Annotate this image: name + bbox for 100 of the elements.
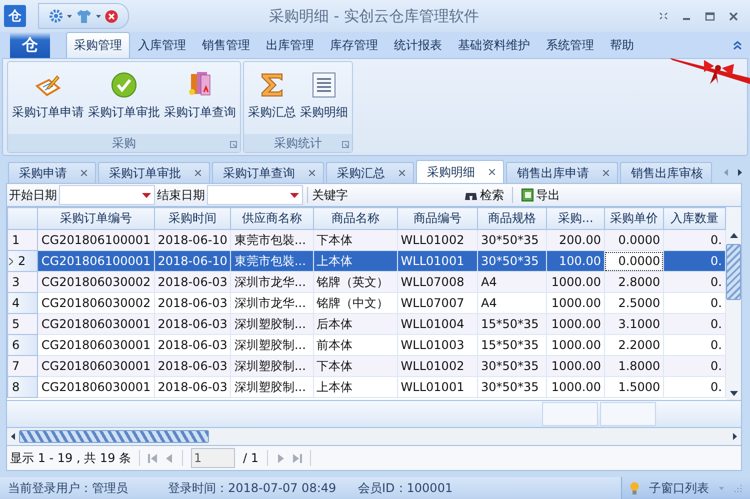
document-tab[interactable]: 销售出库申请 <box>506 162 618 183</box>
row-header[interactable]: 7 <box>8 356 38 376</box>
close-icon[interactable] <box>309 170 315 176</box>
document-tab[interactable]: 采购订单审批 <box>98 162 210 183</box>
maximize-icon[interactable] <box>705 12 715 20</box>
table-cell: 30*50*35 <box>478 230 547 250</box>
row-header[interactable]: 8 <box>8 376 38 398</box>
row-header[interactable]: 5 <box>8 314 38 334</box>
close-icon[interactable] <box>195 170 201 176</box>
column-header[interactable]: 采购... <box>546 208 604 230</box>
table-cell: 30*50*35 <box>478 250 547 272</box>
tab-label[interactable]: 采购明细 <box>427 164 475 180</box>
gear-icon[interactable] <box>49 9 63 23</box>
sigma-icon <box>260 72 284 98</box>
export-button[interactable]: 导出 <box>517 186 564 204</box>
group-title: 采购 <box>112 134 136 152</box>
ribbon-tab[interactable]: 采购管理 <box>66 32 130 58</box>
close-icon[interactable] <box>399 170 405 176</box>
ribbon-tab[interactable]: 库存管理 <box>322 32 386 58</box>
column-header[interactable]: 采购订单编号 <box>38 208 154 230</box>
column-header[interactable]: 商品编号 <box>397 208 478 230</box>
dropdown-icon[interactable] <box>142 192 151 198</box>
table-cell: 0. <box>664 250 726 272</box>
table-cell: 1000.00 <box>546 314 604 334</box>
scroll-down-icon[interactable] <box>730 391 738 396</box>
resize-grip-icon[interactable] <box>734 484 742 492</box>
row-header[interactable]: 3 <box>8 272 38 292</box>
column-header[interactable]: 采购时间 <box>154 208 231 230</box>
close-icon[interactable] <box>489 169 495 175</box>
ribbon-tab[interactable]: 统计报表 <box>386 32 450 58</box>
ribbon-tab[interactable]: 系统管理 <box>538 32 602 58</box>
ribbon-button[interactable]: 采购订单审批 <box>86 66 162 134</box>
dropdown-icon[interactable] <box>290 192 299 198</box>
tab-label[interactable]: 采购申请 <box>19 164 67 182</box>
document-tab[interactable]: 采购明细 <box>416 160 504 183</box>
tab-label[interactable]: 采购订单审批 <box>109 164 181 182</box>
table-cell: 30*50*35 <box>478 376 547 398</box>
table-cell: 深圳塑胶制... <box>230 376 314 398</box>
row-header[interactable]: 1 <box>8 230 38 250</box>
ribbon-tab[interactable]: 入库管理 <box>130 32 194 58</box>
ribbon-tab[interactable]: 基础资料维护 <box>450 32 538 58</box>
table-cell: CG201806030001 <box>38 356 154 376</box>
ribbon-button[interactable]: 采购明细 <box>298 66 350 134</box>
ribbon-button[interactable]: 采购汇总 <box>246 66 298 134</box>
ribbon-tab[interactable]: 销售管理 <box>194 32 258 58</box>
document-tab[interactable]: 销售出库审核 <box>620 162 712 183</box>
table-cell: 1000.00 <box>546 272 604 292</box>
date-field[interactable] <box>59 185 155 205</box>
restore-icon[interactable] <box>659 12 668 20</box>
table-cell: 铭牌（英文） <box>313 272 398 292</box>
table-cell: 200.00 <box>546 230 604 250</box>
page-field[interactable]: 1 <box>191 448 236 468</box>
spreadsheet-icon <box>521 188 534 202</box>
dialog-launcher-icon[interactable] <box>342 141 349 148</box>
document-tab[interactable]: 采购订单查询 <box>212 162 324 183</box>
tab-label[interactable]: 采购订单查询 <box>223 164 295 182</box>
tab-label[interactable]: 销售出库申请 <box>517 164 589 182</box>
close-icon[interactable] <box>81 170 87 176</box>
dialog-launcher-icon[interactable] <box>230 141 237 148</box>
horizontal-scrollbar[interactable] <box>7 428 741 445</box>
row-header[interactable]: 6 <box>8 334 38 356</box>
table-cell: 2018-06-03 <box>154 272 231 292</box>
ribbon-button[interactable]: 采购订单申请 <box>10 66 86 134</box>
window-list-button[interactable]: 子窗口列表 <box>621 477 750 499</box>
vertical-scrollbar[interactable] <box>726 207 741 400</box>
search-button[interactable]: 检索 <box>460 186 508 204</box>
current-row-icon <box>9 258 13 265</box>
tab-label[interactable]: 采购汇总 <box>337 164 385 182</box>
document-tab[interactable]: 采购汇总 <box>326 162 414 183</box>
close-icon[interactable] <box>729 12 738 20</box>
collapse-icon[interactable] <box>733 40 742 50</box>
ribbon-button[interactable]: 采购订单查询 <box>162 66 238 134</box>
row-header[interactable]: 2 <box>8 250 38 272</box>
table-cell: 30*50*35 <box>478 356 547 376</box>
column-header[interactable]: 采购单价 <box>604 208 664 230</box>
tab-label[interactable]: 销售出库审核 <box>631 164 703 182</box>
row-header[interactable]: 4 <box>8 292 38 314</box>
caret-icon[interactable] <box>67 14 72 18</box>
close-icon[interactable] <box>603 170 609 176</box>
scroll-up-icon[interactable] <box>730 233 738 238</box>
date-field[interactable] <box>207 185 303 205</box>
table-cell: 0. <box>664 314 726 334</box>
table-cell: CG201806100001 <box>38 250 154 272</box>
scroll-right-icon[interactable] <box>738 168 742 176</box>
table-cell: 后本体 <box>313 314 398 334</box>
column-header[interactable]: 供应商名称 <box>230 208 314 230</box>
ribbon-tab[interactable]: 帮助 <box>602 32 642 58</box>
ribbon-tab[interactable]: 出库管理 <box>258 32 322 58</box>
close-icon[interactable] <box>105 10 118 22</box>
scroll-left-icon[interactable] <box>11 433 15 440</box>
column-header[interactable]: 商品规格 <box>478 208 547 230</box>
app-menu-button[interactable]: 仓 <box>10 32 50 58</box>
summary-cell <box>600 402 656 426</box>
scroll-right-icon[interactable] <box>733 433 737 440</box>
caret-icon[interactable] <box>96 14 101 18</box>
shirt-icon[interactable] <box>76 9 92 23</box>
column-header[interactable]: 入库数量 <box>664 208 726 230</box>
column-header[interactable]: 商品名称 <box>313 208 398 230</box>
document-tab[interactable]: 采购申请 <box>8 162 96 183</box>
table-cell: WLL01001 <box>397 250 478 272</box>
